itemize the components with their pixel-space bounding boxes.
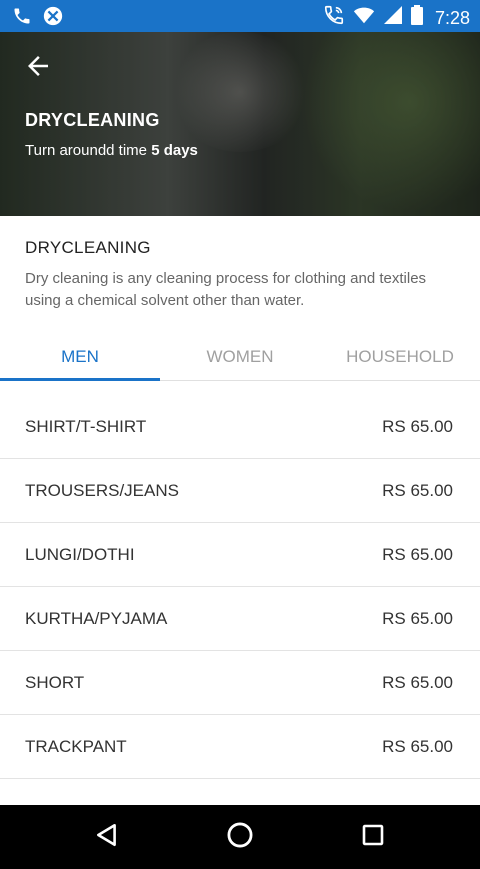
item-price: RS 65.00	[382, 736, 453, 756]
circle-home-icon	[226, 821, 254, 854]
nav-home-button[interactable]	[225, 822, 255, 852]
turnaround-label: Turn aroundd time	[25, 142, 148, 159]
turnaround-value: 5 days	[151, 142, 198, 159]
list-item[interactable]: KURTHA/PYJAMA RS 65.00	[0, 587, 480, 651]
item-list: SHIRT/T-SHIRT RS 65.00 TROUSERS/JEANS RS…	[0, 395, 480, 779]
category-tabs: MEN WOMEN HOUSEHOLD	[0, 336, 480, 381]
item-price: RS 65.00	[382, 544, 453, 564]
item-price: RS 65.00	[382, 480, 453, 500]
list-item[interactable]: LUNGI/DOTHI RS 65.00	[0, 523, 480, 587]
square-recents-icon	[361, 823, 385, 852]
service-text: Dry cleaning is any cleaning process for…	[25, 270, 427, 309]
phone-icon	[12, 6, 32, 31]
item-name: SHORT	[25, 672, 85, 692]
status-time: 7:28	[434, 7, 470, 28]
service-title: DRYCLEANING	[25, 238, 151, 257]
status-bar: 7:28	[0, 0, 480, 32]
item-name: LUNGI/DOTHI	[25, 544, 135, 564]
item-price: RS 65.00	[382, 672, 453, 692]
item-name: KURTHA/PYJAMA	[25, 608, 168, 628]
wifi-call-icon	[323, 4, 345, 31]
list-item[interactable]: SHORT RS 65.00	[0, 651, 480, 715]
list-item[interactable]: TRACKPANT RS 65.00	[0, 715, 480, 779]
list-item[interactable]: TROUSERS/JEANS RS 65.00	[0, 459, 480, 523]
list-item[interactable]: SHIRT/T-SHIRT RS 65.00	[0, 395, 480, 459]
hero-title: DRYCLEANING	[25, 110, 160, 130]
navigation-bar	[0, 805, 480, 869]
service-description: DRYCLEANING Dry cleaning is any cleaning…	[25, 238, 455, 312]
nav-recents-button[interactable]	[358, 822, 388, 852]
no-sim-icon	[42, 5, 64, 32]
battery-icon	[410, 5, 423, 30]
signal-icon	[383, 5, 403, 30]
tab-men[interactable]: MEN	[0, 336, 160, 381]
item-price: RS 65.00	[382, 608, 453, 628]
tab-household[interactable]: HOUSEHOLD	[320, 336, 480, 380]
tab-women[interactable]: WOMEN	[160, 336, 320, 380]
back-button[interactable]	[20, 50, 56, 86]
hero-banner: DRYCLEANING Turn aroundd time 5 days	[0, 32, 480, 216]
wifi-icon	[353, 5, 375, 30]
nav-back-button[interactable]	[92, 822, 122, 852]
triangle-back-icon	[94, 822, 120, 853]
item-name: TROUSERS/JEANS	[25, 480, 179, 500]
item-name: TRACKPANT	[25, 736, 127, 756]
arrow-back-icon	[23, 51, 53, 86]
item-name: SHIRT/T-SHIRT	[25, 416, 147, 436]
item-price: RS 65.00	[382, 416, 453, 436]
turnaround-time: Turn aroundd time 5 days	[25, 142, 198, 159]
